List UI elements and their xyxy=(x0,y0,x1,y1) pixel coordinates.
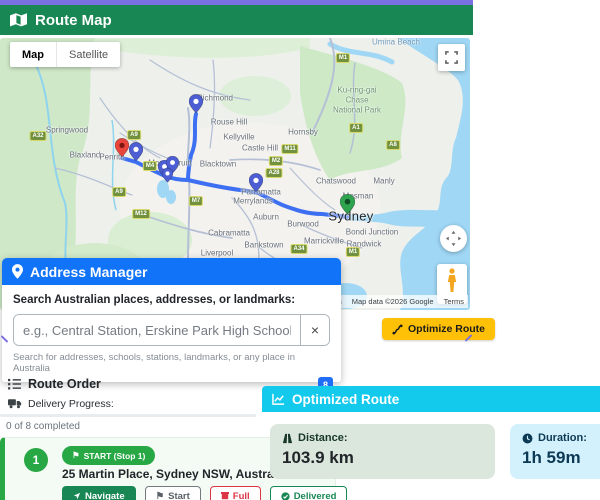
map-type-control: Map Satellite xyxy=(10,42,121,67)
road-badge: M7 xyxy=(188,196,204,206)
start-flag-icon: ⚑ xyxy=(155,490,165,500)
road-badge: A32 xyxy=(29,131,47,141)
completed-count-text: 0 of 8 completed xyxy=(6,421,80,432)
distance-value: 103.9 km xyxy=(282,448,354,467)
road-badge: A28 xyxy=(265,168,283,178)
delivered-button[interactable]: Delivered xyxy=(269,486,348,500)
app-title: Route Map xyxy=(35,11,112,29)
pan-arrows-icon xyxy=(445,230,462,247)
terms-link[interactable]: Terms xyxy=(444,297,464,306)
road-badge: M11 xyxy=(281,144,299,154)
check-circle-icon xyxy=(281,491,290,500)
clock-icon xyxy=(522,433,533,444)
address-manager-body: Search Australian places, addresses, or … xyxy=(2,285,341,382)
delivery-progress-label: Delivery Progress: xyxy=(28,398,114,410)
route-order-header: Route Order xyxy=(8,377,101,391)
road-icon xyxy=(282,433,293,444)
flag-icon: ⚑ xyxy=(72,450,80,460)
fullscreen-icon xyxy=(445,51,458,64)
delivery-progress-row: Delivery Progress: xyxy=(8,398,114,410)
map-type-map-button[interactable]: Map xyxy=(10,42,56,67)
route-order-title: Route Order xyxy=(28,377,101,391)
delivery-progress-bar xyxy=(0,414,256,417)
map-pin-blue[interactable] xyxy=(248,173,264,198)
navigate-button[interactable]: Navigate xyxy=(62,486,136,500)
map-pin-blue[interactable] xyxy=(128,142,144,167)
optimized-route-header: Optimized Route xyxy=(262,386,600,412)
clear-search-button[interactable]: × xyxy=(300,315,329,345)
search-helper-text: Search for addresses, schools, stations,… xyxy=(13,352,295,374)
navigation-arrow-icon xyxy=(73,492,81,500)
map-pin-blue[interactable] xyxy=(161,167,173,188)
stop-address: 25 Martin Place, Sydney NSW, Australia xyxy=(62,467,287,481)
address-manager-header: Address Manager xyxy=(2,258,341,285)
chart-line-icon xyxy=(272,393,285,405)
map-type-satellite-button[interactable]: Satellite xyxy=(56,42,120,67)
duration-value: 1h 59m xyxy=(522,448,581,467)
stop-number-badge: 1 xyxy=(24,448,48,472)
map-pin-red[interactable] xyxy=(114,138,130,163)
app-window: Route Map Umina Beach Richmond Springwoo… xyxy=(0,0,600,500)
stop-actions-row: Navigate ⚑ Start Full Delivered xyxy=(62,486,348,500)
road-badge: A1 xyxy=(349,123,363,133)
search-input[interactable] xyxy=(14,315,300,345)
start-stop-badge: ⚑ START (Stop 1) xyxy=(62,446,156,465)
optimized-route-title: Optimized Route xyxy=(292,391,400,407)
distance-card: Distance: 103.9 km xyxy=(270,424,495,479)
road-badge: M1 xyxy=(345,247,361,257)
road-badge: A9 xyxy=(112,187,126,197)
road-badge: A8 xyxy=(386,140,400,150)
duration-card: Duration: 1h 59m xyxy=(510,424,600,479)
search-input-group: × xyxy=(13,314,330,346)
optimize-route-button[interactable]: Optimize Route xyxy=(382,318,496,340)
address-manager-title: Address Manager xyxy=(30,263,148,280)
road-badge: M4 xyxy=(142,161,158,171)
address-manager-panel: Address Manager Search Australian places… xyxy=(2,258,341,382)
truck-icon xyxy=(8,399,22,409)
road-badge: M12 xyxy=(132,209,150,219)
road-badge: M2 xyxy=(268,156,284,166)
duration-label: Duration: xyxy=(538,432,587,444)
route-icon xyxy=(392,323,403,335)
search-label: Search Australian places, addresses, or … xyxy=(13,294,296,306)
pegman-icon xyxy=(447,268,457,292)
app-header: Route Map xyxy=(0,5,473,35)
pan-control[interactable] xyxy=(440,225,467,252)
distance-label: Distance: xyxy=(298,432,348,444)
road-badge: A34 xyxy=(290,244,308,254)
road-badge: A9 xyxy=(127,130,141,140)
map-data-attribution: Map data ©2026 Google xyxy=(351,297,434,306)
box-icon xyxy=(220,492,229,500)
road-badge: M1 xyxy=(335,53,351,63)
fullscreen-button[interactable] xyxy=(438,44,465,71)
map-pin-green[interactable] xyxy=(339,193,355,220)
map-pin-blue[interactable] xyxy=(188,94,204,119)
optimize-route-label: Optimize Route xyxy=(408,323,486,335)
location-pin-icon xyxy=(12,264,23,279)
ordered-list-icon xyxy=(8,378,21,390)
map-icon xyxy=(10,13,27,27)
start-button[interactable]: ⚑ Start xyxy=(144,486,201,500)
full-button[interactable]: Full xyxy=(209,486,261,500)
start-stop-badge-label: START (Stop 1) xyxy=(83,450,146,461)
